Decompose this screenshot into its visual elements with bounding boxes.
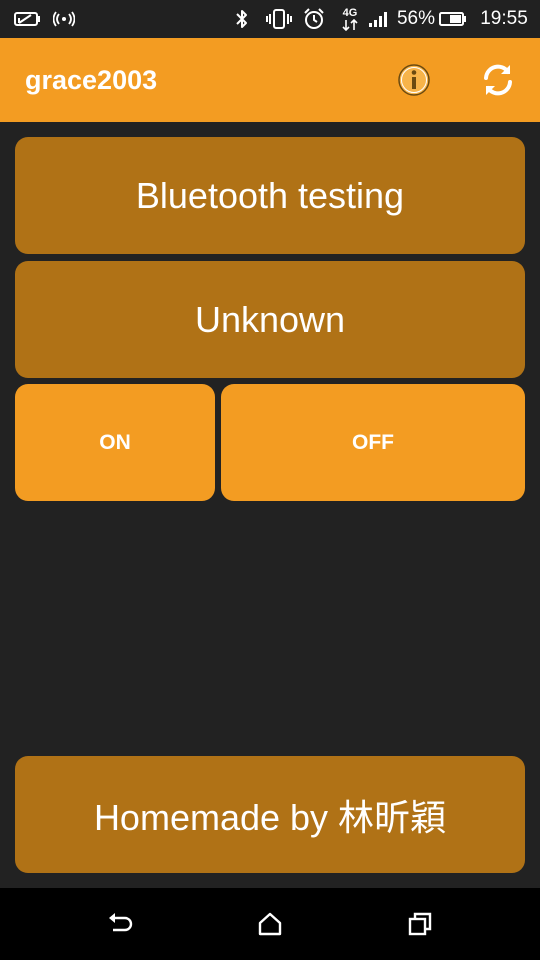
on-button[interactable]: ON: [15, 384, 215, 501]
signal-icon: [366, 0, 392, 38]
clock: 19:55: [480, 8, 528, 29]
wifi-hotspot-icon: [52, 0, 76, 38]
recents-icon[interactable]: [390, 900, 450, 948]
battery-icon: [438, 0, 468, 38]
navigation-bar: [0, 888, 540, 960]
alarm-icon: [302, 0, 326, 38]
app-bar: grace2003: [0, 38, 540, 122]
app-title: grace2003: [25, 65, 158, 95]
battery-percent: 56%: [396, 8, 436, 29]
title-button[interactable]: Bluetooth testing: [15, 137, 525, 254]
status-bar: 4G 56% 19:55: [0, 0, 540, 38]
off-button[interactable]: OFF: [221, 384, 525, 501]
battery-saver-icon: [12, 0, 42, 38]
network-type-label: 4G: [342, 6, 358, 19]
home-icon[interactable]: [240, 900, 300, 948]
phone-screen: 4G 56% 19:55 grace2003 Bluetooth testing…: [0, 0, 540, 960]
bluetooth-icon: [232, 0, 252, 38]
info-icon[interactable]: [392, 58, 436, 102]
back-icon[interactable]: [90, 900, 150, 948]
footer-button[interactable]: Homemade by 林昕穎: [15, 756, 525, 873]
refresh-icon[interactable]: [476, 58, 520, 102]
vibrate-icon: [266, 0, 292, 38]
data-transfer-icon: 4G: [338, 0, 362, 38]
status-button[interactable]: Unknown: [15, 261, 525, 378]
